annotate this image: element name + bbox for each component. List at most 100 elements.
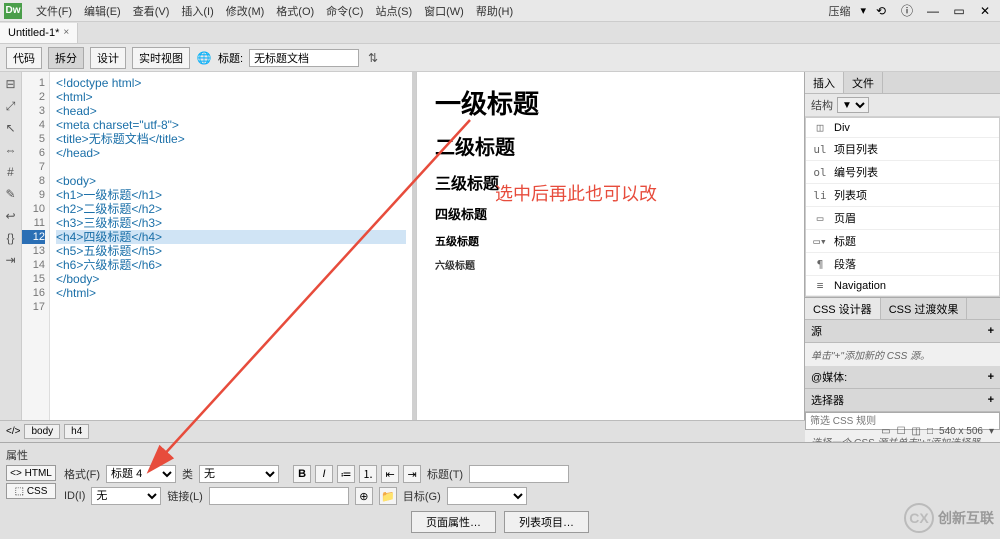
annotation-text: 选中后再此也可以改 <box>495 180 657 206</box>
indent-icon[interactable]: ⇥ <box>3 252 19 268</box>
code-editor[interactable]: <!doctype html><html><head><meta charset… <box>50 72 412 420</box>
insert-item-icon: ol <box>812 166 828 179</box>
tab-insert[interactable]: 插入 <box>805 72 844 93</box>
menu-command[interactable]: 命令(C) <box>320 3 369 19</box>
tab-css-transition[interactable]: CSS 过渡效果 <box>881 298 968 319</box>
menu-help[interactable]: 帮助(H) <box>470 3 519 19</box>
maximize-button[interactable]: ▭ <box>948 2 970 20</box>
preview-h4[interactable]: 四级标题 <box>435 204 487 223</box>
crumb-h4[interactable]: h4 <box>64 424 89 439</box>
app-logo: Dw <box>4 3 22 19</box>
syntax-icon[interactable]: {} <box>3 230 19 246</box>
tag-selector-icon[interactable]: </> <box>6 426 20 437</box>
tab-css-designer[interactable]: CSS 设计器 <box>805 298 881 319</box>
close-button[interactable]: ✕ <box>974 2 996 20</box>
menu-file[interactable]: 文件(F) <box>30 3 78 19</box>
device-phone-icon[interactable]: ◫ <box>912 426 921 437</box>
balance-icon[interactable]: ⇔ <box>3 142 19 158</box>
list-item-button[interactable]: 列表项目… <box>504 511 589 533</box>
window-size[interactable]: 540 x 506 <box>939 426 983 437</box>
properties-panel: 属性 <> HTML ⬚ CSS 格式(F) 标题 4 类 无 B I ≔ ⒈ … <box>0 442 1000 539</box>
select-parent-icon[interactable]: ↖ <box>3 120 19 136</box>
insert-item[interactable]: ol编号列表 <box>806 161 999 184</box>
add-selector-icon[interactable]: + <box>988 394 994 406</box>
wrap-icon[interactable]: ↩ <box>3 208 19 224</box>
highlight-icon[interactable]: ✎ <box>3 186 19 202</box>
preview-h5[interactable]: 五级标题 <box>435 233 786 249</box>
insert-item[interactable]: ≡Navigation <box>806 276 999 296</box>
code-toolbar: ⊟ ⤢ ↖ ⇔ # ✎ ↩ {} ⇥ <box>0 72 22 420</box>
document-tab[interactable]: Untitled-1* × <box>0 23 78 43</box>
preview-h2[interactable]: 二级标题 <box>435 131 786 160</box>
insert-item-icon: ▭ <box>812 212 828 225</box>
bold-button[interactable]: B <box>293 465 311 483</box>
menu-window[interactable]: 窗口(W) <box>418 3 470 19</box>
preview-h1[interactable]: 一级标题 <box>435 84 786 121</box>
insert-item[interactable]: ▭页眉 <box>806 207 999 230</box>
collapse-icon[interactable]: ⊟ <box>3 76 19 92</box>
line-numbers-icon[interactable]: # <box>3 164 19 180</box>
help-icon[interactable]: ⓘ <box>896 2 918 20</box>
structure-select[interactable]: ▼ <box>837 97 869 113</box>
menu-site[interactable]: 站点(S) <box>369 3 418 19</box>
document-toolbar: 代码 拆分 设计 实时视图 🌐 标题: ⇅ <box>0 44 1000 72</box>
device-custom-icon[interactable]: □ <box>927 426 933 437</box>
preview-h6[interactable]: 六级标题 <box>435 257 786 272</box>
title2-input[interactable] <box>469 465 569 483</box>
menu-insert[interactable]: 插入(I) <box>175 3 219 19</box>
menu-bar: Dw 文件(F) 编辑(E) 查看(V) 插入(I) 修改(M) 格式(O) 命… <box>0 0 1000 22</box>
view-live-button[interactable]: 实时视图 <box>132 47 190 69</box>
view-code-button[interactable]: 代码 <box>6 47 42 69</box>
document-tab-bar: Untitled-1* × <box>0 22 1000 44</box>
folder-icon[interactable]: 📁 <box>379 487 397 505</box>
add-media-icon[interactable]: + <box>988 371 994 383</box>
target-select[interactable] <box>447 487 527 505</box>
structure-label: 结构 <box>811 97 833 113</box>
insert-item-label: 标题 <box>834 233 856 249</box>
class-select[interactable]: 无 <box>199 465 279 483</box>
document-tab-label: Untitled-1* <box>8 27 59 39</box>
menu-modify[interactable]: 修改(M) <box>220 3 271 19</box>
globe-icon[interactable]: 🌐 <box>196 50 212 66</box>
mode-html-button[interactable]: <> HTML <box>6 465 56 481</box>
workspace-compress[interactable]: 压缩 <box>822 3 856 19</box>
insert-item[interactable]: ▭▾ 标题 <box>806 230 999 253</box>
add-source-icon[interactable]: + <box>988 325 994 337</box>
swap-icon[interactable]: ⇅ <box>365 50 381 66</box>
indent-button[interactable]: ⇥ <box>403 465 421 483</box>
insert-item[interactable]: ¶段落 <box>806 253 999 276</box>
menu-view[interactable]: 查看(V) <box>127 3 176 19</box>
sync-icon[interactable]: ⟲ <box>870 2 892 20</box>
tab-files[interactable]: 文件 <box>844 72 883 93</box>
device-desktop-icon[interactable]: ▭ <box>881 426 890 437</box>
close-tab-icon[interactable]: × <box>63 27 69 38</box>
page-properties-button[interactable]: 页面属性… <box>411 511 496 533</box>
view-design-button[interactable]: 设计 <box>90 47 126 69</box>
insert-item[interactable]: li列表项 <box>806 184 999 207</box>
outdent-button[interactable]: ⇤ <box>381 465 399 483</box>
id-label: ID(I) <box>64 490 85 502</box>
link-input[interactable] <box>209 487 349 505</box>
title-input[interactable] <box>249 49 359 67</box>
ol-button[interactable]: ⒈ <box>359 465 377 483</box>
menu-edit[interactable]: 编辑(E) <box>78 3 127 19</box>
id-select[interactable]: 无 <box>91 487 161 505</box>
menu-format[interactable]: 格式(O) <box>270 3 320 19</box>
crumb-body[interactable]: body <box>24 424 60 439</box>
target-label: 目标(G) <box>403 488 441 504</box>
minimize-button[interactable]: — <box>922 2 944 20</box>
insert-item[interactable]: ◫Div <box>806 118 999 138</box>
insert-list: ◫Divul项目列表ol编号列表li列表项▭页眉 ▭▾ 标题 ¶段落≡Navigati… <box>805 117 1000 297</box>
mode-css-button[interactable]: ⬚ CSS <box>6 483 56 499</box>
device-tablet-icon[interactable]: ☐ <box>897 426 906 437</box>
format-select[interactable]: 标题 4 <box>106 465 176 483</box>
chevron-down-icon: ▾ <box>860 4 866 17</box>
design-preview[interactable]: 一级标题 二级标题 三级标题 四级标题 选中后再此也可以改 五级标题 六级标题 <box>416 72 804 420</box>
ul-button[interactable]: ≔ <box>337 465 355 483</box>
italic-button[interactable]: I <box>315 465 333 483</box>
insert-item[interactable]: ul项目列表 <box>806 138 999 161</box>
view-split-button[interactable]: 拆分 <box>48 47 84 69</box>
insert-item-icon: ▭▾ <box>812 235 828 248</box>
expand-icon[interactable]: ⤢ <box>3 98 19 114</box>
link-picker-icon[interactable]: ⊕ <box>355 487 373 505</box>
